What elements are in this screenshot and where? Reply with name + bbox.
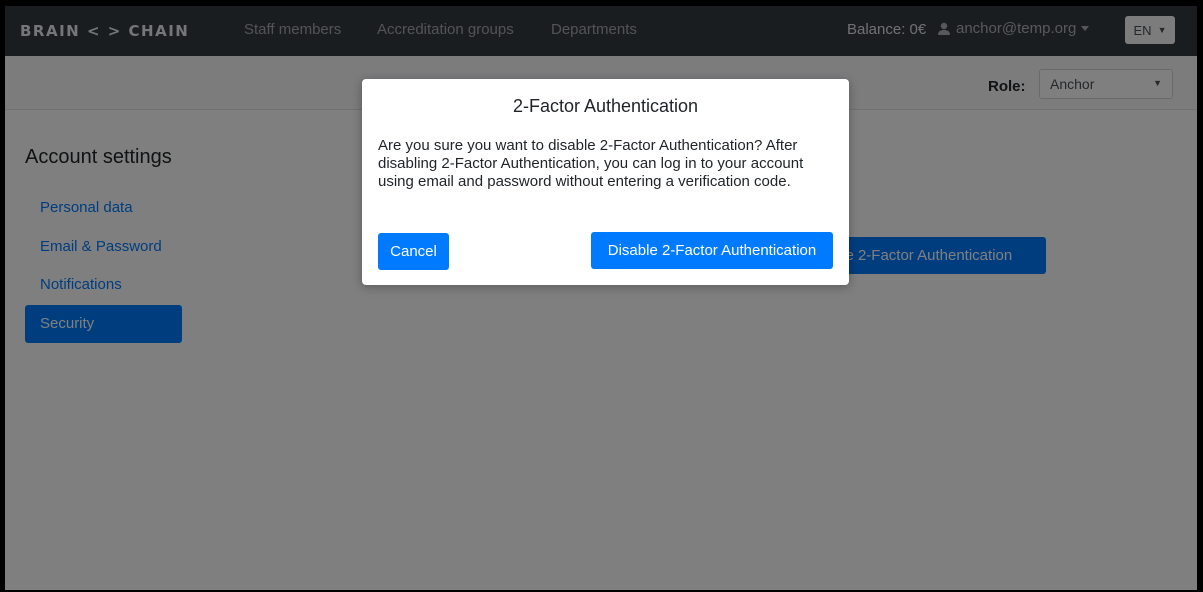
modal-title: 2-Factor Authentication xyxy=(512,96,699,116)
modal-body-text: Are you sure you want to disable 2-Facto… xyxy=(378,137,804,190)
confirm-disable-2fa-modal: 2-Factor Authentication Are you sure you… xyxy=(362,79,849,285)
cancel-button[interactable]: Cancel xyxy=(378,233,449,270)
app-frame: BRAIN < > CHAIN Staff members Accreditat… xyxy=(5,6,1197,590)
confirm-disable-2fa-button[interactable]: Disable 2-Factor Authentication xyxy=(591,232,833,269)
